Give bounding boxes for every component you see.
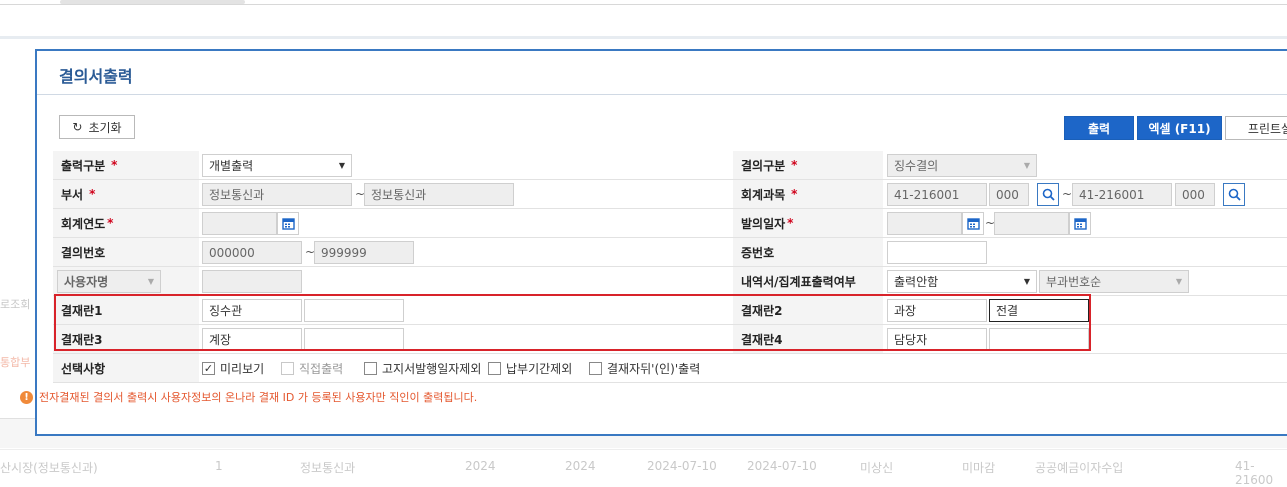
dialog-divider: [37, 94, 1287, 95]
approval3-label: 결재란3: [53, 325, 199, 353]
form-row: 결재란3 계장 결재란4 담당자: [53, 325, 1287, 354]
resolution-type-label: 결의구분 *: [733, 151, 883, 179]
stamp-print-checkbox[interactable]: 결재자뒤'(인)'출력: [589, 360, 700, 377]
dialog-title: 결의서출력: [59, 67, 133, 86]
approval3-input-1[interactable]: 계장: [202, 328, 302, 351]
detail-output-label: 내역서/집계표출력여부: [733, 267, 883, 295]
notice-text: 전자결재된 결의서 출력시 사용자정보의 온나라 결재 ID 가 등록된 사용자…: [39, 391, 478, 404]
notice-date-exclude-checkbox[interactable]: 고지서발행일자제외: [364, 360, 481, 377]
cert-no-label: 증번호: [733, 238, 883, 266]
form-row: 결의번호 000000 ~ 999999 증번호: [53, 238, 1287, 267]
background-table-row: 산시장(정보통신과) 1 정보통신과 2024 2024 2024-07-10 …: [0, 449, 1287, 487]
resolution-type-select[interactable]: 징수결의: [887, 154, 1037, 177]
output-type-label: 출력구분 *: [53, 151, 199, 179]
background-cell: 41-21600: [1235, 459, 1274, 487]
range-separator: ~: [1062, 187, 1073, 201]
user-select-cell: 사용자명: [53, 267, 199, 295]
background-cell: 2024: [465, 459, 496, 473]
background-label: 통합부: [0, 356, 31, 369]
dept-to-input[interactable]: 정보통신과: [364, 183, 514, 206]
print-button[interactable]: 출력: [1064, 116, 1134, 140]
approval1-input-1[interactable]: 징수관: [202, 299, 302, 322]
approval3-input-2[interactable]: [304, 328, 404, 351]
print-settings-button[interactable]: 프린트설: [1225, 116, 1287, 140]
print-dialog: 결의서출력 ↻ 초기화 출력 엑셀 (F11) 프린트설 출력구분 * 개별출력 …: [35, 49, 1287, 436]
fiscal-year-input[interactable]: [202, 212, 277, 235]
approval4-label: 결재란4: [733, 325, 883, 353]
sort-order-select[interactable]: 부과번호순: [1039, 270, 1189, 293]
issue-date-to-calendar-button[interactable]: [1069, 212, 1091, 235]
background-cell: 미상신: [860, 461, 894, 475]
search-icon: [1228, 188, 1241, 201]
notice-message: ! 전자결재된 결의서 출력시 사용자정보의 온나라 결재 ID 가 등록된 사…: [20, 389, 477, 405]
background-cell: 미마감: [962, 461, 996, 475]
checkbox-icon: [281, 362, 294, 375]
form-row: 회계연도 * 발의일자 * ~: [53, 209, 1287, 238]
approval4-input-1[interactable]: 담당자: [887, 328, 987, 351]
account-from-input[interactable]: 41-216001: [887, 183, 987, 206]
resolution-no-to-input[interactable]: 999999: [314, 241, 414, 264]
dept-from-input[interactable]: 정보통신과: [202, 183, 352, 206]
checkbox-icon: [589, 362, 602, 375]
issue-date-from-calendar-button[interactable]: [962, 212, 984, 235]
approval2-label: 결재란2: [733, 296, 883, 324]
form-row: 사용자명 내역서/집계표출력여부 출력안함 부과번호순: [53, 267, 1287, 296]
approval1-label: 결재란1: [53, 296, 199, 324]
reset-button[interactable]: ↻ 초기화: [59, 115, 135, 139]
account-label: 회계과목 *: [733, 180, 883, 208]
dept-label: 부서 *: [53, 180, 199, 208]
background-cell: 정보통신과: [300, 461, 356, 475]
approval2-input-1[interactable]: 과장: [887, 299, 987, 322]
background-cell: 2024: [565, 459, 596, 473]
user-name-input[interactable]: [202, 270, 302, 293]
form-row: 선택사항 ✓ 미리보기 직접출력 고지서발행일자제외 납부기간제외 결재자뒤'(인…: [53, 354, 1287, 383]
account-from-sub-input[interactable]: 000: [989, 183, 1029, 206]
form-row: 출력구분* 개별출력 결의구분* 징수결의: [53, 151, 1287, 180]
reset-label: 초기화: [88, 120, 122, 135]
background-cell: 공공예금이자수입: [1035, 461, 1124, 475]
calendar-icon: [281, 218, 295, 230]
issue-date-to-input[interactable]: [994, 212, 1069, 235]
direct-print-checkbox[interactable]: 직접출력: [281, 360, 343, 377]
detail-output-select[interactable]: 출력안함: [887, 270, 1037, 293]
issue-date-from-input[interactable]: [887, 212, 962, 235]
background-divider: [0, 4, 1287, 5]
calendar-icon: [1073, 218, 1087, 230]
cert-no-input[interactable]: [887, 241, 987, 264]
approval1-input-2[interactable]: [304, 299, 404, 322]
resolution-no-label: 결의번호: [53, 238, 199, 266]
due-period-exclude-checkbox[interactable]: 납부기간제외: [488, 360, 572, 377]
background-cell: 2024-07-10: [647, 459, 717, 473]
approval2-input-2[interactable]: 전결: [989, 299, 1089, 322]
excel-button[interactable]: 엑셀 (F11): [1137, 116, 1222, 140]
background-cell: 산시장(정보통신과): [0, 461, 98, 475]
checkbox-icon: [488, 362, 501, 375]
user-name-select[interactable]: 사용자명: [57, 270, 161, 293]
options-label: 선택사항: [53, 354, 199, 382]
account-to-input[interactable]: 41-216001: [1072, 183, 1172, 206]
background-divider: [0, 36, 1287, 39]
background-cell: 2024-07-10: [747, 459, 817, 473]
checkbox-icon: [364, 362, 377, 375]
fiscal-year-label: 회계연도 *: [53, 209, 199, 237]
form-row: 부서 * 정보통신과 ~ 정보통신과 회계과목 * 41-216001 000 ~ …: [53, 180, 1287, 209]
checkbox-checked-icon: ✓: [202, 362, 215, 375]
background-label: 로조회: [0, 298, 31, 311]
form-row: 결재란1 징수관 결재란2 과장 전결: [53, 296, 1287, 325]
preview-checkbox[interactable]: ✓ 미리보기: [202, 360, 264, 377]
warning-icon: !: [20, 390, 33, 404]
issue-date-label: 발의일자 *: [733, 209, 883, 237]
refresh-icon: ↻: [72, 120, 83, 134]
resolution-no-from-input[interactable]: 000000: [202, 241, 302, 264]
account-to-sub-input[interactable]: 000: [1175, 183, 1215, 206]
account-from-search-button[interactable]: [1037, 183, 1059, 206]
approval4-input-2[interactable]: [989, 328, 1089, 351]
background-cell: 1: [215, 459, 223, 473]
calendar-icon: [966, 218, 980, 230]
output-type-select[interactable]: 개별출력: [202, 154, 352, 177]
account-to-search-button[interactable]: [1223, 183, 1245, 206]
fiscal-year-calendar-button[interactable]: [277, 212, 299, 235]
search-icon: [1042, 188, 1055, 201]
